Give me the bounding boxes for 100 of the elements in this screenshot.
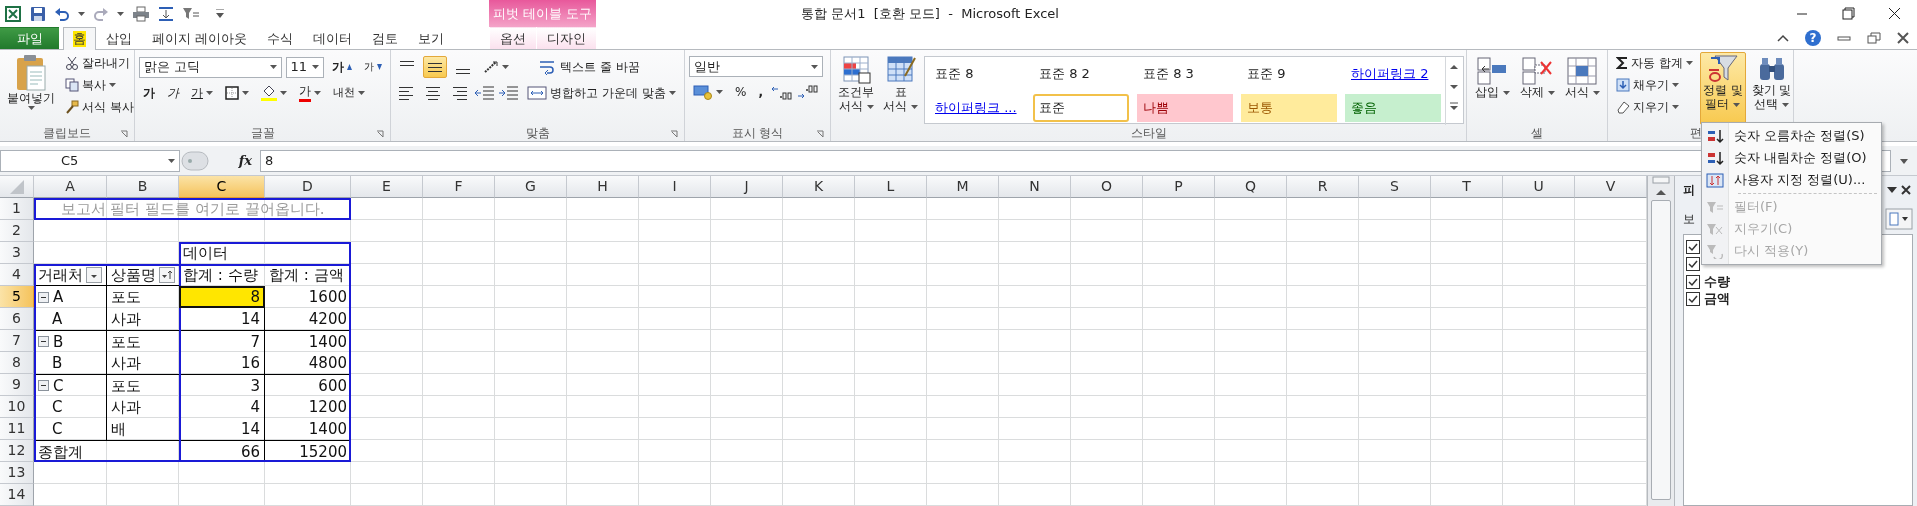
column-header[interactable]: R — [1287, 176, 1359, 198]
underline-button[interactable]: 가 — [187, 82, 217, 104]
ribbon-tab[interactable]: 옵션 — [489, 27, 536, 49]
style-swatch[interactable]: 표준 — [1033, 94, 1129, 122]
row-header[interactable]: 12 — [0, 440, 34, 462]
filter-dropdown-button[interactable] — [159, 266, 175, 283]
column-header[interactable]: P — [1143, 176, 1215, 198]
copy-button[interactable]: 복사 — [61, 74, 138, 96]
menu-item[interactable]: 사용자 지정 정렬(U)... — [1702, 169, 1881, 191]
sort-filter-button[interactable]: 정렬 및 필터 — [1699, 52, 1746, 125]
row-header[interactable]: 13 — [0, 462, 34, 484]
close-icon[interactable] — [1899, 183, 1913, 197]
column-header[interactable]: E — [351, 176, 423, 198]
column-header[interactable]: M — [927, 176, 999, 198]
format-painter-button[interactable]: 서식 복사 — [61, 96, 138, 118]
ribbon-tab[interactable]: 보기 — [408, 27, 455, 49]
increase-decimal-icon[interactable] — [770, 84, 793, 100]
undo-icon[interactable] — [54, 5, 70, 22]
clear-button[interactable]: 지우기 — [1612, 96, 1697, 118]
scrollbar-thumb[interactable] — [1651, 200, 1671, 500]
style-swatch[interactable]: 나쁨 — [1137, 94, 1233, 122]
ribbon-tab[interactable]: 수식 — [257, 27, 304, 49]
dialog-launcher-icon[interactable] — [670, 130, 678, 138]
minimize-icon[interactable] — [1837, 34, 1851, 42]
name-box[interactable]: C5 — [0, 150, 180, 172]
paste-button[interactable]: 붙여넣기 — [4, 52, 58, 125]
column-header[interactable]: U — [1503, 176, 1575, 198]
column-header[interactable]: C — [179, 176, 265, 198]
row-header[interactable]: 8 — [0, 352, 34, 374]
conditional-format-button[interactable]: 조건부 서식 — [835, 52, 877, 125]
row-header[interactable]: 10 — [0, 396, 34, 418]
ribbon-tab[interactable]: 파일 — [0, 27, 59, 49]
fill-button[interactable]: 채우기 — [1612, 74, 1697, 96]
checkbox[interactable] — [1686, 274, 1700, 289]
ribbon-tab[interactable]: 디자인 — [536, 27, 596, 49]
menu-item[interactable]: 숫자 내림차순 정렬(O) — [1702, 147, 1881, 169]
row-header[interactable]: 2 — [0, 220, 34, 242]
column-header[interactable]: D — [265, 176, 351, 198]
restore-icon[interactable] — [1867, 32, 1881, 44]
align-icon[interactable] — [158, 5, 174, 22]
column-header[interactable]: H — [567, 176, 639, 198]
row-header[interactable]: 3 — [0, 242, 34, 264]
save-icon[interactable] — [30, 5, 46, 22]
style-swatch[interactable]: 표준 8 3 — [1137, 60, 1233, 88]
column-header[interactable]: Q — [1215, 176, 1287, 198]
row-header[interactable]: 14 — [0, 484, 34, 506]
style-swatch[interactable]: 보통 — [1241, 94, 1337, 122]
dialog-launcher-icon[interactable] — [376, 130, 384, 138]
italic-button[interactable]: 가 — [163, 82, 183, 104]
customize-caret-icon[interactable] — [216, 8, 224, 19]
column-header[interactable]: L — [855, 176, 927, 198]
column-header[interactable]: A — [34, 176, 107, 198]
row-header[interactable]: 9 — [0, 374, 34, 396]
comma-button[interactable]: , — [754, 81, 767, 103]
style-swatch[interactable]: 좋음 — [1345, 94, 1441, 122]
column-header[interactable]: O — [1071, 176, 1143, 198]
column-header[interactable]: G — [495, 176, 567, 198]
print-icon[interactable] — [132, 5, 150, 22]
style-swatch[interactable]: 표준 8 2 — [1033, 60, 1129, 88]
increase-indent-icon[interactable] — [499, 84, 520, 102]
close-icon[interactable] — [1897, 32, 1909, 44]
column-header[interactable]: V — [1575, 176, 1647, 198]
shrink-font-button[interactable]: 가 — [360, 56, 386, 78]
ribbon-tab[interactable]: 데이터 — [303, 27, 363, 49]
row-header[interactable]: 4 — [0, 264, 34, 286]
number-format-field[interactable]: 일반 — [689, 56, 823, 77]
collapse-icon[interactable] — [38, 336, 49, 347]
column-header[interactable]: I — [639, 176, 711, 198]
row-header[interactable]: 1 — [0, 198, 34, 220]
row-header[interactable]: 11 — [0, 418, 34, 440]
resize-handle-icon[interactable] — [180, 150, 210, 172]
format-cells-button[interactable]: 서식 — [1561, 52, 1603, 125]
collapse-icon[interactable] — [38, 380, 49, 391]
column-header[interactable]: T — [1431, 176, 1503, 198]
dialog-launcher-icon[interactable] — [120, 130, 128, 138]
delete-cells-button[interactable]: 삭제 — [1516, 52, 1558, 125]
wrap-text-button[interactable]: 텍스트 줄 바꿈 — [535, 56, 644, 78]
insert-function-button[interactable]: fx — [210, 150, 260, 171]
help-button[interactable]: ? — [1805, 30, 1821, 46]
column-header[interactable]: N — [999, 176, 1071, 198]
collapse-ribbon-icon[interactable] — [1777, 34, 1789, 42]
style-swatch[interactable]: 하이퍼링크 ... — [929, 94, 1025, 122]
column-header[interactable]: K — [783, 176, 855, 198]
style-swatch[interactable]: 표준 9 — [1241, 60, 1337, 88]
grow-font-button[interactable]: 가 — [328, 56, 356, 78]
phonetic-button[interactable]: 내천 — [329, 82, 369, 104]
row-header[interactable]: 5 — [0, 286, 34, 308]
style-swatch[interactable]: 하이퍼링크 2 — [1345, 60, 1441, 88]
row-header[interactable]: 7 — [0, 330, 34, 352]
column-header[interactable]: S — [1359, 176, 1431, 198]
font-size-field[interactable]: 11 — [285, 56, 324, 78]
column-header[interactable]: J — [711, 176, 783, 198]
autosum-button[interactable]: 자동 합계 — [1612, 52, 1697, 74]
row-header[interactable]: 6 — [0, 308, 34, 330]
checkbox[interactable] — [1686, 257, 1700, 272]
table-format-button[interactable]: 표 서식 — [880, 52, 921, 125]
ribbon-tab[interactable]: 삽입 — [96, 27, 142, 49]
filter-dropdown-button[interactable] — [86, 266, 102, 283]
find-select-button[interactable]: 찾기 및 선택 — [1748, 52, 1795, 125]
layout-button-icon[interactable] — [1885, 208, 1913, 230]
